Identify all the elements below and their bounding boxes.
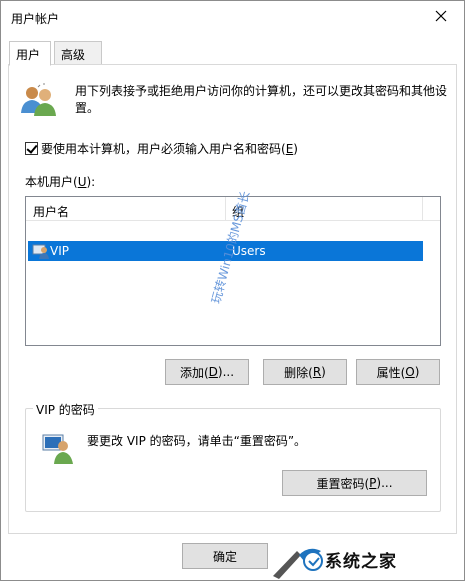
tab-advanced-label: 高级 [61,48,86,62]
tab-users-label: 用户 [16,48,41,62]
column-username[interactable]: 用户名 [33,203,69,220]
require-password-checkbox[interactable] [25,142,38,155]
users-icon [21,83,56,116]
close-icon [435,10,447,22]
properties-button[interactable]: 属性(O) [356,359,440,385]
remove-button[interactable]: 删除(R) [263,359,347,385]
row-username: VIP [50,244,69,258]
ok-button[interactable]: 确定 [182,543,268,569]
window-title: 用户帐户 [11,12,60,26]
password-groupbox [25,408,441,512]
password-instructions: 要更改 VIP 的密码，请单击“重置密码”。 [87,434,307,448]
user-icon [32,244,49,259]
close-button[interactable] [418,1,464,31]
add-button[interactable]: 添加(D)... [165,359,249,385]
column-separator[interactable] [422,197,423,221]
require-password-label: 要使用本计算机，用户必须输入用户名和密码(E) [41,142,298,156]
title-bar[interactable]: 用户帐户 [1,1,464,33]
tab-users[interactable]: 用户 [9,41,51,66]
local-users-label: 本机用户(U): [25,175,96,189]
logo-text: 系统之家 [325,552,397,572]
require-password-checkbox-row[interactable]: 要使用本计算机，用户必须输入用户名和密码(E) [25,140,298,157]
reset-password-button[interactable]: 重置密码(P)... [282,470,427,496]
user-accounts-window: 用户帐户 用户 高级 用下列表接予或拒绝用户访问你的计算机，还可以更改其密码和其… [0,0,465,581]
password-group-title: VIP 的密码 [33,401,98,418]
intro-description: 用下列表接予或拒绝用户访问你的计算机，还可以更改其密码和其他设置。 [75,84,448,115]
tab-advanced[interactable]: 高级 [54,41,102,65]
user-password-icon [42,434,73,464]
column-separator[interactable] [225,197,226,221]
